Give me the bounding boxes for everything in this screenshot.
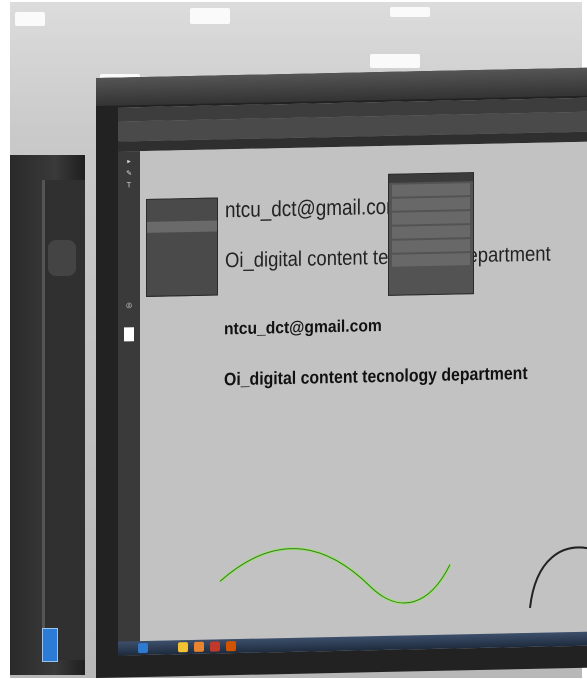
font-style-field[interactable]: [392, 197, 470, 211]
fill-swatch[interactable]: [124, 327, 134, 342]
artboard[interactable]: ntcu_dct@gmail.com Oi_digital content te…: [140, 141, 587, 642]
kerning-field[interactable]: [392, 253, 470, 267]
font-family-field[interactable]: [392, 183, 470, 197]
character-panel: [388, 172, 474, 296]
arc-path[interactable]: [529, 546, 587, 608]
leading-field[interactable]: [392, 225, 470, 239]
monitor-screen: ▸ ✎ T ◎ ntcu_dct@gmail.com Oi_digital co…: [118, 97, 587, 656]
monitor: ▸ ✎ T ◎ ntcu_dct@gmail.com Oi_digital co…: [96, 67, 587, 678]
font-size-field[interactable]: [392, 211, 470, 225]
ceiling-light: [370, 54, 420, 68]
character-panel-tabs[interactable]: [389, 173, 473, 183]
pc-tower-button: [48, 240, 76, 276]
tools-panel: ▸ ✎ T ◎: [118, 151, 140, 656]
app-icon[interactable]: [210, 641, 220, 652]
windows-sticker: [42, 628, 58, 662]
type-tool-icon[interactable]: T: [124, 181, 134, 189]
ceiling-light: [390, 7, 430, 17]
illustrator-icon[interactable]: [226, 641, 236, 652]
tracking-field[interactable]: [392, 239, 470, 253]
selected-wave-path[interactable]: [219, 545, 452, 607]
zoom-tool-icon[interactable]: ◎: [124, 301, 134, 309]
flyout-item[interactable]: [147, 275, 217, 287]
photo: ▸ ✎ T ◎ ntcu_dct@gmail.com Oi_digital co…: [0, 0, 587, 679]
select-tool-icon[interactable]: ▸: [124, 157, 134, 165]
wave-path-outline: [219, 548, 451, 604]
explorer-icon[interactable]: [178, 642, 188, 653]
type-tool-flyout: [146, 197, 218, 297]
pen-tool-icon[interactable]: ✎: [124, 169, 134, 177]
ceiling-light: [15, 12, 45, 26]
app-icon[interactable]: [194, 641, 204, 652]
start-icon[interactable]: [138, 642, 148, 654]
ceiling-light: [190, 8, 230, 24]
